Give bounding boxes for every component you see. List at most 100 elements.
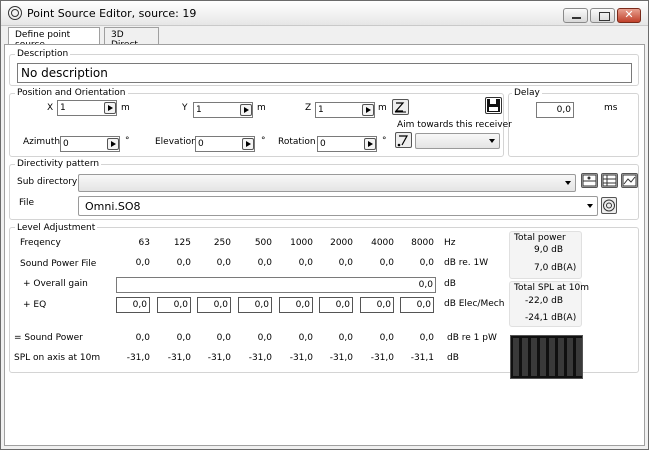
- sub-directory-label: Sub directory: [17, 177, 78, 187]
- z-spin-button[interactable]: [362, 104, 374, 116]
- sound-power-value: 0,0: [419, 333, 434, 343]
- overall-gain-input[interactable]: 0,0: [116, 277, 436, 293]
- eq-input-63[interactable]: 0,0: [116, 297, 150, 313]
- sound-power-file-label: Sound Power File: [20, 259, 97, 269]
- total-power-label: Total power: [514, 233, 566, 243]
- app-icon: [8, 6, 22, 20]
- aim-button[interactable]: [395, 132, 412, 148]
- frequency-label: Freqency: [20, 238, 61, 248]
- frequency-63: 63: [138, 238, 150, 248]
- frequency-unit: Hz: [444, 238, 456, 248]
- x-spin-button[interactable]: [104, 102, 116, 114]
- directivity-tool-button-3[interactable]: [621, 173, 638, 188]
- azimuth-spin-button[interactable]: [107, 138, 119, 150]
- sound-power-file-value: 0,0: [176, 258, 191, 268]
- spl-value: -31,1: [410, 353, 434, 363]
- delay-group-label: Delay: [512, 88, 542, 98]
- eq-input-2000[interactable]: 0,0: [319, 297, 353, 313]
- eq-input-1000[interactable]: 0,0: [279, 297, 313, 313]
- overall-gain-label: + Overall gain: [23, 279, 88, 289]
- frequency-8000: 8000: [411, 238, 434, 248]
- sound-power-file-value: 0,0: [298, 258, 313, 268]
- meter-bar-125: [522, 338, 528, 376]
- file-select[interactable]: Omni.SO8: [78, 196, 598, 216]
- total-power-db: 9,0 dB: [534, 245, 564, 255]
- description-input[interactable]: No description: [17, 63, 632, 83]
- y-unit: m: [257, 103, 266, 113]
- frequency-2000: 2000: [330, 238, 353, 248]
- spl-value: -31,0: [289, 353, 313, 363]
- delay-unit: ms: [604, 103, 618, 113]
- description-group-label: Description: [15, 49, 71, 59]
- chevron-down-icon: [489, 139, 495, 143]
- sound-power-file-value: 0,0: [379, 258, 394, 268]
- close-button[interactable]: ✕: [617, 8, 641, 23]
- speaker-icon: [603, 199, 615, 212]
- meter-bar-500: [540, 338, 546, 376]
- chevron-down-icon: [587, 204, 593, 208]
- spl-value: -31,0: [370, 353, 394, 363]
- frequency-125: 125: [173, 238, 191, 248]
- sound-power-file-unit: dB re. 1W: [444, 258, 489, 268]
- title-bar[interactable]: Point Source Editor, source: 19 ✕: [1, 1, 648, 26]
- chevron-down-icon: [565, 181, 571, 185]
- delay-input[interactable]: 0,0: [536, 102, 574, 118]
- tab-panel: Description No description Position and …: [4, 44, 645, 446]
- maximize-button[interactable]: [590, 8, 615, 23]
- sound-power-value: 0,0: [338, 333, 353, 343]
- overall-gain-unit: dB: [444, 279, 456, 289]
- tab-define-point-source[interactable]: Define point source: [8, 27, 100, 50]
- sound-power-file-value: 0,0: [419, 258, 434, 268]
- sound-power-label: = Sound Power: [14, 333, 83, 343]
- meter-bar-1000: [549, 338, 555, 376]
- azimuth-unit: °: [125, 136, 130, 146]
- y-label: Y: [182, 103, 188, 113]
- eq-label: + EQ: [23, 300, 47, 310]
- directivity-tool-button-2[interactable]: [601, 173, 618, 188]
- level-adjustment-label: Level Adjustment: [15, 223, 98, 233]
- x-label: X: [47, 103, 54, 113]
- z-axis-icon: [394, 102, 406, 113]
- z-reference-button[interactable]: [392, 99, 409, 115]
- rotation-spin-button[interactable]: [364, 138, 376, 150]
- elevation-label: Elevation: [155, 137, 197, 147]
- file-label: File: [19, 198, 35, 208]
- aim-towards-label: Aim towards this receiver: [397, 120, 512, 130]
- aim-receiver-select[interactable]: [415, 133, 500, 149]
- directivity-plot-icon: [622, 174, 637, 187]
- y-spin-button[interactable]: [240, 104, 252, 116]
- z-unit: m: [378, 103, 387, 113]
- total-spl-db: -22,0 dB: [525, 296, 564, 306]
- meter-bar-63: [513, 338, 519, 376]
- level-meter: [510, 335, 583, 379]
- x-unit: m: [121, 103, 130, 113]
- eq-input-4000[interactable]: 0,0: [360, 297, 394, 313]
- save-position-button[interactable]: [485, 97, 502, 114]
- sound-power-file-value: 0,0: [338, 258, 353, 268]
- sound-power-file-value: 0,0: [135, 258, 150, 268]
- frequency-1000: 1000: [290, 238, 313, 248]
- eq-unit: dB Elec/Mech: [444, 299, 505, 309]
- meter-bar-250: [531, 338, 537, 376]
- eq-input-125[interactable]: 0,0: [157, 297, 191, 313]
- eq-input-8000[interactable]: 0,0: [400, 297, 434, 313]
- sub-directory-select[interactable]: [78, 174, 576, 192]
- rotation-unit: °: [382, 136, 387, 146]
- spl-unit: dB: [447, 353, 459, 363]
- elevation-spin-button[interactable]: [242, 138, 254, 150]
- tab-3d-direct[interactable]: 3D Direct: [104, 27, 159, 50]
- window-title: Point Source Editor, source: 19: [27, 7, 197, 20]
- frequency-500: 500: [254, 238, 272, 248]
- sound-power-value: 0,0: [379, 333, 394, 343]
- directivity-tool-button-1[interactable]: [581, 173, 598, 188]
- directivity-info-button[interactable]: [601, 197, 617, 214]
- eq-input-500[interactable]: 0,0: [238, 297, 272, 313]
- minimize-button[interactable]: [563, 8, 588, 23]
- frequency-250: 250: [213, 238, 231, 248]
- directivity-table-icon: [602, 174, 617, 187]
- eq-input-250[interactable]: 0,0: [197, 297, 231, 313]
- aim-arrow-icon: [397, 135, 409, 147]
- sound-power-file-value: 0,0: [257, 258, 272, 268]
- meter-bar-8000: [576, 338, 582, 376]
- point-source-editor-window: Point Source Editor, source: 19 ✕ Define…: [0, 0, 649, 450]
